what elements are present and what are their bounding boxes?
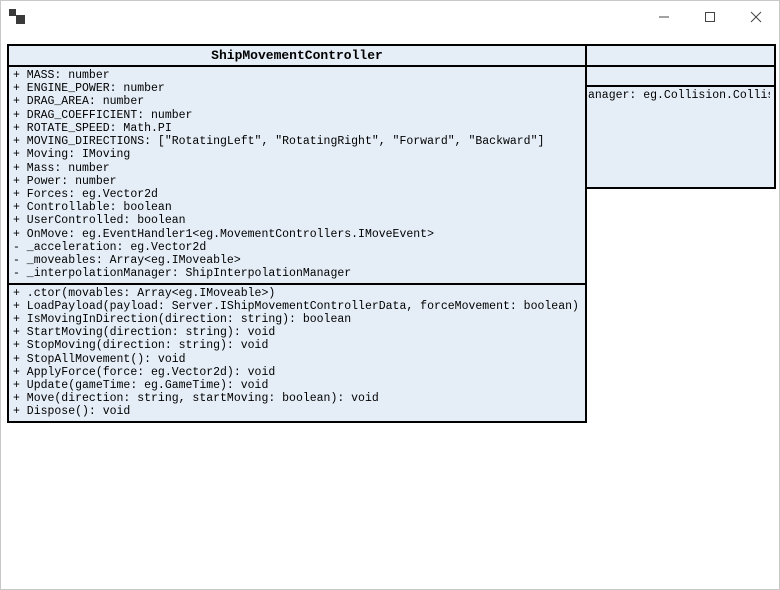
uml-member: + Mass: number (13, 162, 581, 175)
maximize-button[interactable] (687, 2, 733, 32)
uml-member: + DRAG_AREA: number (13, 95, 581, 108)
uml-member: + ROTATE_SPEED: Math.PI (13, 122, 581, 135)
uml-member: + IsMovingInDirection(direction: string)… (13, 313, 581, 326)
close-button[interactable] (733, 2, 779, 32)
uml-class-title: ShipMovementController (9, 46, 585, 67)
uml-member: + DRAG_COEFFICIENT: number (13, 109, 581, 122)
uml-member: + UserControlled: boolean (13, 214, 581, 227)
uml-member: + StopAllMovement(): void (13, 353, 581, 366)
uml-member: + MOVING_DIRECTIONS: ["RotatingLeft", "R… (13, 135, 581, 148)
uml-methods-section: + .ctor(movables: Array<eg.IMoveable>)+ … (9, 285, 585, 421)
uml-member: + Move(direction: string, startMoving: b… (13, 392, 581, 405)
uml-member: + Moving: IMoving (13, 148, 581, 161)
uml-member: + LoadPayload(payload: Server.IShipMovem… (13, 300, 581, 313)
uml-member: - _acceleration: eg.Vector2d (13, 241, 581, 254)
uml-member: + ENGINE_POWER: number (13, 82, 581, 95)
uml-member: + Controllable: boolean (13, 201, 581, 214)
uml-attributes-section: + MASS: number+ ENGINE_POWER: number+ DR… (9, 67, 585, 285)
uml-member: + .ctor(movables: Array<eg.IMoveable>) (13, 287, 581, 300)
uml-member: + Update(gameTime: eg.GameTime): void (13, 379, 581, 392)
window-buttons (641, 2, 779, 32)
uml-member: + Power: number (13, 175, 581, 188)
minimize-button[interactable] (641, 2, 687, 32)
uml-member: + Dispose(): void (13, 405, 581, 418)
uml-member: + StopMoving(direction: string): void (13, 339, 581, 352)
uml-member: + OnMove: eg.EventHandler1<eg.MovementCo… (13, 228, 581, 241)
app-icon (9, 9, 25, 25)
diagram-canvas[interactable]: ager anager: eg.Collision.Collisi ShipMo… (4, 41, 776, 586)
uml-member: + ApplyForce(force: eg.Vector2d): void (13, 366, 581, 379)
uml-member: - _interpolationManager: ShipInterpolati… (13, 267, 581, 280)
uml-member: + StartMoving(direction: string): void (13, 326, 581, 339)
uml-member: - _moveables: Array<eg.IMoveable> (13, 254, 581, 267)
uml-member: + Forces: eg.Vector2d (13, 188, 581, 201)
uml-class-shipmovementcontroller[interactable]: ShipMovementController + MASS: number+ E… (7, 44, 587, 423)
uml-member: + MASS: number (13, 69, 581, 82)
window-titlebar (1, 1, 779, 33)
